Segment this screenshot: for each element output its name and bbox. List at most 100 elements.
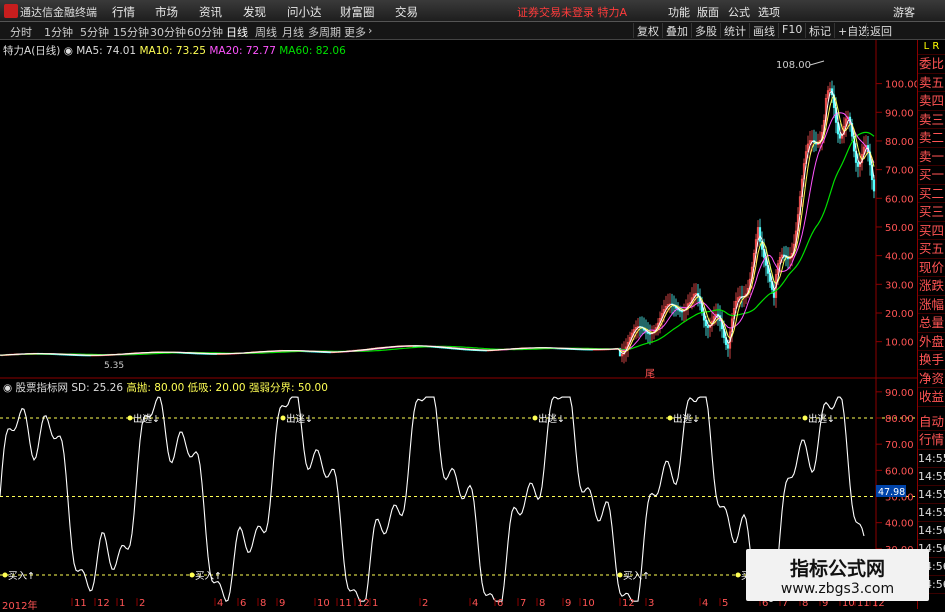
menu-discover[interactable]: 发现 (243, 4, 266, 20)
candle-body (856, 162, 860, 167)
ma20-value: MA20: 72.77 (209, 45, 276, 57)
chevron-right-icon[interactable]: › (368, 24, 372, 37)
period-30min[interactable]: 30分钟 (150, 24, 186, 40)
date-label: 9 (279, 598, 285, 609)
buy-signal-label: 买入↑ (623, 571, 650, 582)
year-label: 2012年 (2, 601, 38, 612)
menu-trade[interactable]: 交易 (395, 4, 418, 20)
btn-f10[interactable]: F10 (778, 23, 805, 38)
btn-mark[interactable]: 标记 (805, 23, 834, 38)
main-tick-label: 100.00 (885, 80, 917, 91)
sub-tick-label: 80.00 (885, 414, 914, 425)
period-daily[interactable]: 日线 (226, 24, 248, 40)
right-tab-13[interactable]: 涨幅 (918, 296, 945, 314)
sell-signal-label: 出逃↓ (286, 413, 313, 425)
menu-ask[interactable]: 问小达 (287, 4, 322, 20)
main-tick-label: 70.00 (885, 166, 914, 177)
title-bar: 通达信金融终端 行情 市场 资讯 发现 问小达 财富圈 交易 证券交易未登录 特… (0, 0, 945, 22)
menu-quotes[interactable]: 行情 (112, 4, 135, 20)
period-monthly[interactable]: 月线 (282, 24, 304, 40)
indicator-line (0, 396, 865, 602)
ma10-value: MA10: 73.25 (139, 45, 206, 57)
ma20-line (0, 112, 875, 356)
right-tab-2[interactable]: 卖四 (918, 92, 945, 111)
current-value: 47.98 (878, 487, 905, 498)
right-tab-8[interactable]: 买三 (918, 203, 945, 222)
btn-adjust[interactable]: 复权 (633, 23, 662, 38)
right-time-1: 14:55 (918, 468, 945, 486)
date-label: 5 (722, 598, 728, 609)
btn-overlay[interactable]: 叠加 (662, 23, 691, 38)
signal-dot (735, 572, 741, 578)
right-tab-17[interactable]: 净资 (918, 370, 945, 388)
indicator-name: 股票指标网 (15, 382, 69, 394)
menu-wealth[interactable]: 财富圈 (340, 4, 375, 20)
right-tab-16[interactable]: 换手 (918, 351, 945, 370)
menu-news[interactable]: 资讯 (199, 4, 222, 20)
signal-dot (667, 415, 673, 421)
right-tab-12[interactable]: 涨跌 (918, 277, 945, 296)
indicator-low: 低吸: 20.00 (187, 382, 246, 394)
btn-back[interactable]: 返回 (866, 23, 895, 38)
sub-tick-label: 60.00 (885, 466, 914, 477)
sub-tick-label: 40.00 (885, 519, 914, 530)
main-price-axis: 100.00 90.00 80.00 70.00 60.00 50.00 40.00 30.0… (876, 80, 917, 349)
right-tab-14[interactable]: 总量 (918, 314, 945, 333)
period-1min[interactable]: 1分钟 (44, 24, 73, 40)
date-label: 12 (357, 598, 370, 609)
period-multi[interactable]: 多周期 (308, 24, 341, 40)
lr-toggle[interactable]: L R (918, 40, 945, 55)
candle-body (872, 179, 876, 192)
date-label: 12 (97, 598, 110, 609)
period-5min[interactable]: 5分钟 (80, 24, 109, 40)
indicator-high: 高抛: 80.00 (126, 382, 185, 394)
guest-user[interactable]: 游客 (893, 4, 915, 20)
right-tab-0[interactable]: 委比 (918, 55, 945, 74)
date-label: 4 (472, 598, 478, 609)
tool-options[interactable]: 选项 (758, 4, 780, 20)
right-tab-1[interactable]: 卖五 (918, 74, 945, 92)
main-tick-label: 90.00 (885, 108, 914, 119)
right-tab-15[interactable]: 外盘 (918, 333, 945, 351)
date-label: 10 (317, 598, 330, 609)
date-label: 1 (372, 598, 378, 609)
watermark: 指标公式网 www.zbgs3.com (746, 549, 929, 601)
ma60-value: MA60: 82.06 (279, 45, 346, 57)
right-tab-4[interactable]: 卖二 (918, 129, 945, 148)
right-tab-10[interactable]: 买五 (918, 240, 945, 259)
btn-stats[interactable]: 统计 (720, 23, 749, 38)
period-more[interactable]: 更多 (344, 24, 366, 40)
period-15min[interactable]: 15分钟 (113, 24, 149, 40)
right-tab2-0[interactable]: 自动 (918, 413, 945, 431)
tool-layout[interactable]: 版面 (697, 4, 719, 20)
gear-icon[interactable]: ◉ (3, 382, 12, 394)
menu-market[interactable]: 市场 (155, 4, 178, 20)
date-label: 11 (339, 598, 352, 609)
right-time-2: 14:55 (918, 486, 945, 504)
tool-formula[interactable]: 公式 (728, 4, 750, 20)
period-intraday[interactable]: 分时 (10, 24, 32, 40)
btn-multi-stock[interactable]: 多股 (691, 23, 720, 38)
login-notice[interactable]: 证券交易未登录 特力A (517, 4, 627, 20)
period-60min[interactable]: 60分钟 (187, 24, 223, 40)
right-time-4: 14:56 (918, 522, 945, 540)
right-tab-18[interactable]: 收益 (918, 388, 945, 407)
date-label: 3 (648, 598, 654, 609)
settings-icon[interactable]: ◉ (64, 45, 73, 57)
right-tab-3[interactable]: 卖三 (918, 111, 945, 129)
date-label: 6 (497, 598, 503, 609)
stock-chart[interactable]: 100.00 90.00 80.00 70.00 60.00 50.00 40.00 30.0… (0, 40, 917, 609)
right-tab2-1[interactable]: 行情 (918, 431, 945, 450)
date-label: 12 (622, 598, 635, 609)
btn-draw[interactable]: 画线 (749, 23, 778, 38)
watermark-url: www.zbgs3.com (780, 581, 895, 597)
sub-tick-label: 70.00 (885, 440, 914, 451)
period-weekly[interactable]: 周线 (255, 24, 277, 40)
right-tab-9[interactable]: 买四 (918, 222, 945, 240)
right-tab-5[interactable]: 卖一 (918, 148, 945, 166)
main-tick-label: 10.00 (885, 338, 914, 349)
right-tab-6[interactable]: 买一 (918, 166, 945, 185)
right-tab-7[interactable]: 买二 (918, 185, 945, 203)
tool-function[interactable]: 功能 (668, 4, 690, 20)
right-tab-11[interactable]: 现价 (918, 259, 945, 277)
